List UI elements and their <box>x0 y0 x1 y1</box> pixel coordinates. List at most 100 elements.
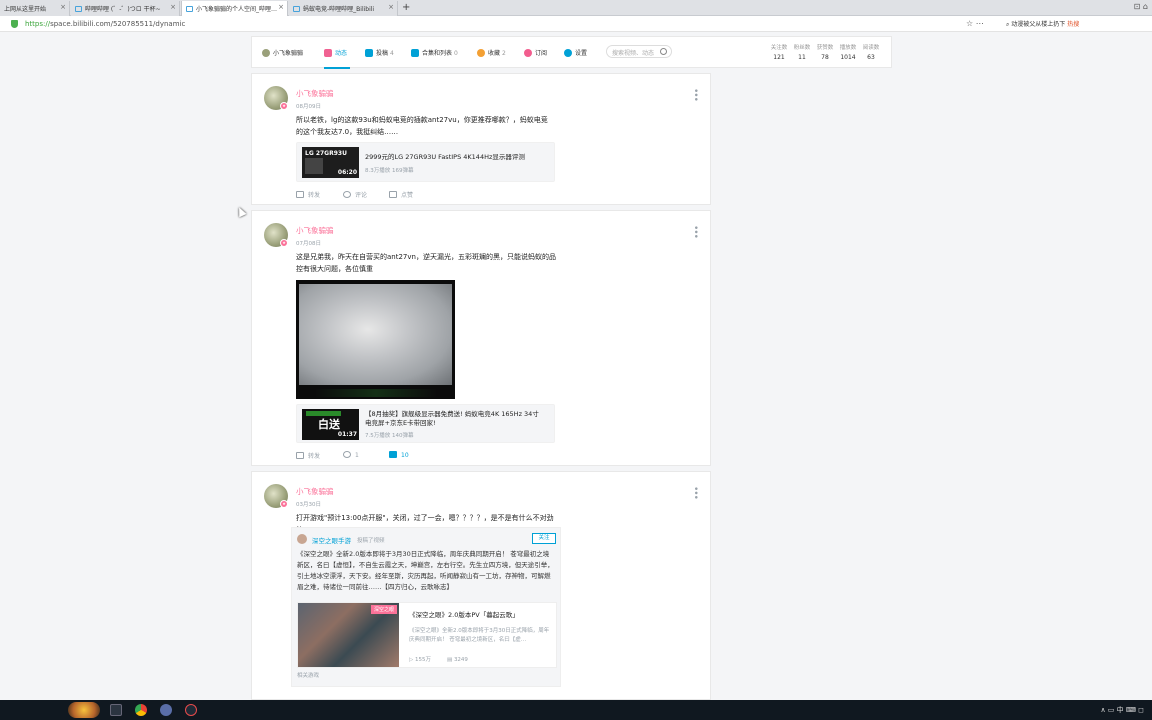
collection-icon <box>411 49 419 57</box>
system-tray[interactable]: ∧ ▭ 中 ⌨ ◻ <box>1100 705 1144 715</box>
monitor-stand-image <box>316 389 436 397</box>
comment-button[interactable]: 评论 <box>343 190 367 199</box>
post-text: 所以老铁，lg的这款93u和蚂蚁电竞的插款ant27vu，你更推荐哪款？，蚂蚁电… <box>296 116 548 136</box>
user-home-link[interactable]: 小飞象骟骟 <box>262 48 303 57</box>
star-icon <box>477 49 485 57</box>
stat-fans[interactable]: 粉丝数 11 <box>791 43 813 61</box>
stat-reads: 阅读数 63 <box>862 45 880 61</box>
video-card[interactable]: LG 27GR93U 06:20 2999元的LG 27GR93U FastIP… <box>296 142 555 182</box>
space-search-input[interactable]: 搜索视频、动态 <box>606 45 672 58</box>
taskbar <box>0 700 1152 720</box>
video-card[interactable]: 白送 01:37 【8月抽奖】旗舰级显示器免费送! 蚂蚁电竞4K 165Hz 3… <box>296 404 555 443</box>
url-field[interactable]: https://space.bilibili.com/520785511/dyn… <box>25 20 185 28</box>
tab-user-space[interactable]: 小飞象骟骟的个人空间_哔哩… × <box>181 1 288 16</box>
task-view-icon[interactable] <box>110 704 122 716</box>
share-icon <box>296 191 304 198</box>
comment-icon <box>343 191 351 198</box>
gear-icon <box>564 49 572 57</box>
close-icon[interactable]: × <box>278 3 284 11</box>
thumbs-up-icon <box>389 191 397 198</box>
app-icon[interactable] <box>160 704 172 716</box>
start-button[interactable] <box>68 702 100 718</box>
more-options-icon[interactable]: ••• <box>690 88 700 101</box>
monitor-screen-image <box>299 284 452 385</box>
share-button[interactable]: 转发 <box>296 190 320 199</box>
heart-icon <box>524 49 532 57</box>
related-game-label: 相关游戏 <box>297 673 320 679</box>
game-badge: 深空之眼 <box>370 605 397 614</box>
tab-home[interactable]: 上网从这里开始 × <box>0 1 70 16</box>
thumbs-up-icon <box>389 451 397 458</box>
tab-collections[interactable]: 合集和列表 0 <box>411 48 458 57</box>
stat-plays: 播放数 1014 <box>839 45 857 61</box>
search-icon[interactable] <box>660 48 667 55</box>
bilibili-icon <box>75 6 82 12</box>
close-icon[interactable]: × <box>388 3 394 11</box>
video-title[interactable]: 2999元的LG 27GR93U FastIPS 4K144Hz显示器评测 <box>365 153 550 162</box>
video-meta: 8.3万播放 169弹幕 <box>365 168 414 174</box>
tab-antgaming[interactable]: 蚂蚁电竞-哔哩哔哩_Bilibili × <box>289 1 398 16</box>
post-date: 08月09日 <box>296 104 321 110</box>
dynamic-post: ★ 小飞象骟骟 08月09日 ••• 所以老铁，lg的这款93u和蚂蚁电竞的插款… <box>251 73 711 205</box>
window-controls[interactable]: ⊡ ⌂ <box>1134 2 1148 11</box>
post-author[interactable]: 小飞象骟骟 <box>296 88 334 99</box>
vip-badge-icon: ★ <box>280 102 288 110</box>
browser-search-box[interactable]: ⌕ 动漫被父从楼上扔下 热搜 <box>1006 19 1079 29</box>
tab-settings[interactable]: 设置 <box>564 48 587 57</box>
post-author[interactable]: 小飞象骟骟 <box>296 225 334 236</box>
video-description: 《深空之眼》全新2.0版本即将于3月30日正式降临，周年庆典同期开启！ 苍穹最初… <box>409 628 550 643</box>
vip-badge-icon: ★ <box>280 239 288 247</box>
forwarded-author[interactable]: 深空之眼手游 <box>312 535 351 545</box>
share-button[interactable]: 转发 <box>296 451 320 460</box>
tab-favorites[interactable]: 收藏 2 <box>477 48 506 57</box>
monitor-image <box>305 158 323 174</box>
video-title[interactable]: 【8月抽奖】旗舰级显示器免费送! 蚂蚁电竞4K 165Hz 34寸电竞屏+京东E… <box>365 410 545 428</box>
comment-button[interactable]: 1 <box>343 451 359 459</box>
bilibili-icon <box>293 6 300 12</box>
video-duration: 01:37 <box>337 431 357 438</box>
bilibili-icon <box>186 6 193 12</box>
avatar[interactable] <box>297 534 307 544</box>
forwarded-post[interactable]: 深空之眼手游 投稿了视频 关注 《深空之眼》全新2.0版本即将于3月30日正式降… <box>291 527 561 687</box>
post-date: 07月08日 <box>296 241 321 247</box>
video-thumbnail[interactable]: LG 27GR93U 06:20 <box>302 147 359 178</box>
app-icon[interactable] <box>185 704 197 716</box>
space-header: 小飞象骟骟 动态 投稿 4 合集和列表 0 收藏 2 订阅 设置 搜索视频、动态 关注… <box>251 36 892 69</box>
like-button[interactable]: 10 <box>389 451 409 459</box>
dynamic-icon <box>324 49 332 57</box>
stat-likes: 获赞数 78 <box>816 45 834 61</box>
close-icon[interactable]: × <box>170 3 176 11</box>
browser-tab-bar: 上网从这里开始 × 哔哩哔哩 (゜-゜)つロ 干杯~ × 小飞象骟骟的个人空间_哔哩… <box>0 0 1152 16</box>
video-stats: ▷ 155万 ▤ 3249 <box>409 657 468 663</box>
more-options-icon[interactable]: ••• <box>690 225 700 238</box>
hot-search-badge: 热搜 <box>1067 21 1080 28</box>
bookmark-menu-icons[interactable]: ☆ ⋯ <box>966 19 984 31</box>
tab-subscriptions[interactable]: 订阅 <box>524 48 547 57</box>
video-card[interactable]: 深空之眼 《深空之眼》2.0版本PV「暮起云歌」 《深空之眼》全新2.0版本即将… <box>297 602 557 668</box>
mouse-cursor-icon <box>235 205 247 218</box>
new-tab-button[interactable]: + <box>402 2 410 13</box>
more-options-icon[interactable]: ••• <box>690 486 700 499</box>
upload-icon <box>365 49 373 57</box>
stat-following[interactable]: 关注数 121 <box>768 43 790 61</box>
tab-bilibili[interactable]: 哔哩哔哩 (゜-゜)つロ 干杯~ × <box>71 1 180 16</box>
video-title[interactable]: 《深空之眼》2.0版本PV「暮起云歌」 <box>409 609 519 619</box>
video-thumbnail[interactable]: 白送 01:37 <box>302 409 359 440</box>
post-author[interactable]: 小飞象骟骟 <box>296 486 334 497</box>
tab-dynamic[interactable]: 动态 <box>324 48 347 57</box>
forwarded-action: 投稿了视频 <box>357 538 385 544</box>
browser-icon[interactable] <box>135 704 147 716</box>
video-thumbnail[interactable]: 深空之眼 <box>298 603 399 667</box>
post-date: 03月30日 <box>296 502 321 508</box>
dynamic-post: ★ 小飞象骟骟 07月08日 ••• 这是兄弟我，昨天在自营买的ant27vn，… <box>251 210 711 466</box>
video-duration: 06:20 <box>337 169 357 176</box>
vip-badge-icon: ★ <box>280 500 288 508</box>
like-button[interactable]: 点赞 <box>389 190 413 199</box>
dynamic-post: ★ 小飞象骟骟 03月30日 ••• 打开游戏"预计13:00点开服"，关闭，过… <box>251 471 711 700</box>
tab-upload[interactable]: 投稿 4 <box>365 48 394 57</box>
active-tab-indicator <box>324 67 350 69</box>
follow-button[interactable]: 关注 <box>532 533 556 544</box>
post-photo[interactable] <box>296 280 455 399</box>
shield-icon <box>11 20 18 28</box>
close-icon[interactable]: × <box>60 3 66 11</box>
